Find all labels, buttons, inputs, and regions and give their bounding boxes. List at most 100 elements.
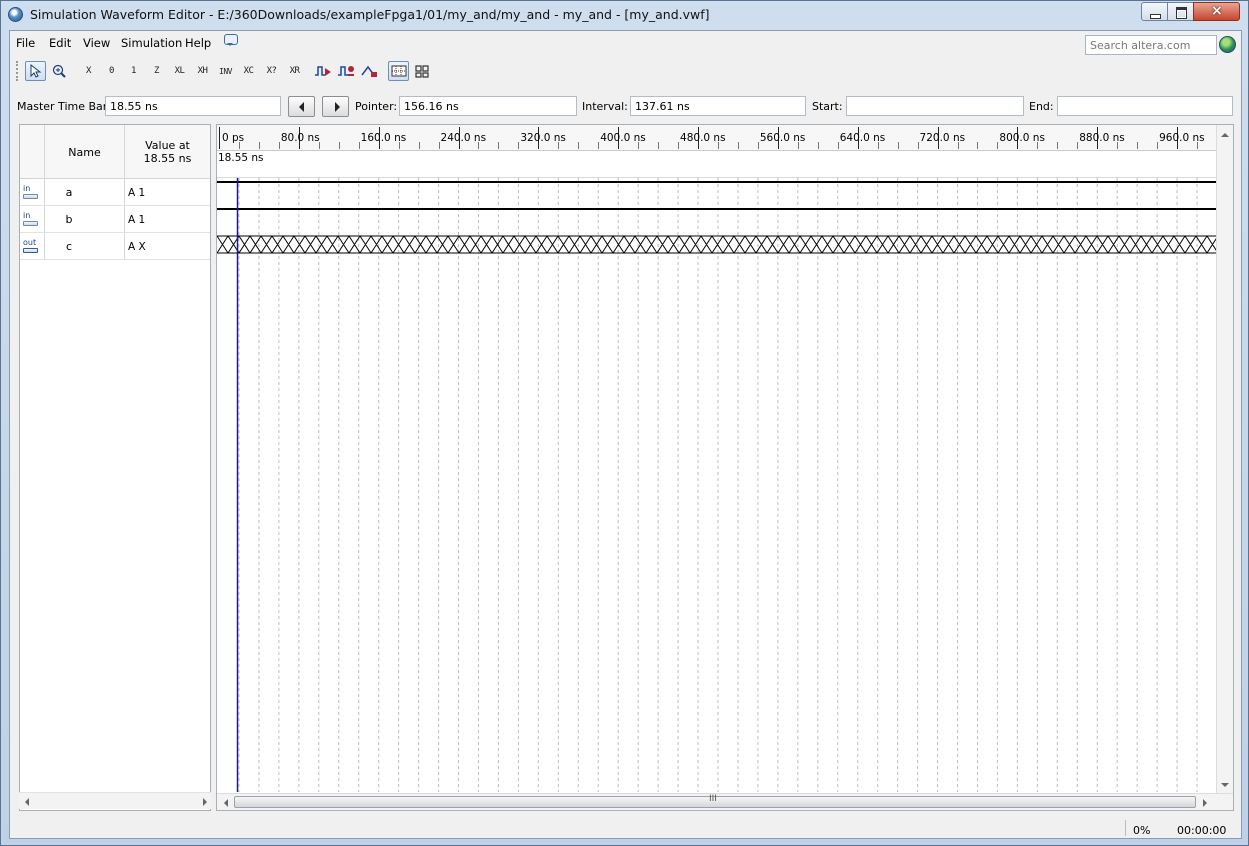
run-functional-simulation-icon[interactable]	[312, 61, 333, 81]
ruler-minor-tick	[977, 142, 979, 149]
pointer-field: 156.16 ns	[399, 96, 577, 116]
random-values-icon[interactable]: XR	[284, 61, 305, 81]
ruler-minor-tick	[658, 142, 660, 149]
end-field[interactable]	[1057, 96, 1233, 116]
master-time-bar-cursor-label: 18.55 ns	[218, 152, 264, 164]
value-column-header[interactable]: Value at 18.55 ns	[125, 139, 210, 165]
ruler-major-tick	[219, 127, 220, 149]
signal-name: b	[65, 213, 73, 226]
minimize-button[interactable]	[1141, 2, 1168, 21]
interval-field: 137.61 ns	[630, 96, 806, 116]
simulation-progress: 0%	[1133, 824, 1151, 837]
waveform-area[interactable]	[217, 177, 1216, 792]
start-field[interactable]	[846, 96, 1024, 116]
selection-tool-icon[interactable]	[25, 61, 46, 81]
input-pin-icon: in	[23, 212, 41, 227]
signal-name: a	[65, 186, 73, 199]
signal-row-c[interactable]: out c A X	[20, 233, 210, 260]
value-header-line2: 18.55 ns	[143, 152, 192, 165]
left-arrow-icon	[294, 102, 304, 112]
ruler-minor-tick	[997, 142, 999, 149]
waveform-panel[interactable]: 0 ps 80.0 ns 160.0 ns 240.0 ns 320.0 ns 400.0…	[216, 124, 1234, 811]
signal-value: A 1	[128, 187, 146, 199]
ruler-minor-tick	[897, 142, 899, 149]
ruler-minor-tick	[238, 142, 240, 149]
pointer-label: Pointer:	[355, 100, 398, 113]
dont-care-icon[interactable]: X?	[261, 61, 282, 81]
ruler-minor-tick	[718, 142, 719, 149]
waveform-vscrollbar[interactable]	[1216, 125, 1233, 793]
feedback-icon[interactable]	[224, 34, 238, 46]
toolbar-grip[interactable]	[16, 61, 19, 81]
master-time-bar-label: Master Time Bar:	[17, 100, 111, 113]
previous-transition-button[interactable]	[288, 96, 315, 117]
ruler-minor-tick	[338, 142, 340, 149]
menu-view[interactable]: View	[83, 36, 110, 50]
zoom-tool-icon[interactable]	[48, 61, 69, 81]
scroll-down-icon[interactable]	[1221, 783, 1229, 791]
ruler-minor-tick	[1197, 142, 1199, 149]
signal-row-a[interactable]: in a A 1	[20, 179, 210, 206]
run-timing-simulation-icon[interactable]	[335, 61, 356, 81]
grid-icon[interactable]	[411, 61, 432, 81]
ruler-minor-tick	[358, 142, 360, 149]
maximize-button[interactable]	[1167, 2, 1194, 21]
ruler-tick-label: 80.0 ns	[280, 132, 320, 144]
count-value-icon[interactable]: XC	[238, 61, 259, 81]
time-bar-row: Master Time Bar: 18.55 ns Pointer: 156.1…	[10, 93, 1241, 117]
forcing-unknown-icon[interactable]: X	[78, 61, 99, 81]
ruler-minor-tick	[258, 142, 260, 149]
waveform-chart[interactable]	[217, 178, 1216, 792]
signal-list-hscrollbar[interactable]	[19, 792, 211, 809]
menu-simulation[interactable]: Simulation	[121, 36, 182, 50]
search-input[interactable]	[1086, 36, 1216, 54]
name-column-header[interactable]: Name	[44, 146, 125, 159]
menu-edit[interactable]: Edit	[49, 36, 71, 50]
master-time-bar-field[interactable]: 18.55 ns	[105, 96, 281, 116]
ruler-minor-tick	[1057, 142, 1059, 149]
signal-row-b[interactable]: in b A 1	[20, 206, 210, 233]
generate-netlist-icon[interactable]	[358, 61, 379, 81]
menu-help[interactable]: Help	[185, 36, 211, 50]
value-header-line1: Value at	[145, 139, 190, 152]
search-box	[1085, 35, 1217, 55]
weak-high-icon[interactable]: XH	[192, 61, 213, 81]
ruler-minor-tick	[877, 142, 879, 149]
output-pin-icon: out	[23, 239, 41, 254]
next-transition-button[interactable]	[322, 96, 349, 117]
ruler-minor-tick	[797, 142, 799, 149]
scroll-right-icon[interactable]	[203, 798, 211, 806]
application-window: Simulation Waveform Editor - E:/360Downl…	[0, 0, 1249, 846]
ruler-minor-tick	[678, 142, 680, 149]
forcing-low-icon[interactable]: 0	[101, 61, 122, 81]
weak-low-icon[interactable]: XL	[169, 61, 190, 81]
waveform-hscrollbar[interactable]: III	[217, 793, 1233, 810]
hscroll-thumb[interactable]: III	[234, 794, 1196, 808]
ruler-minor-tick	[638, 142, 640, 149]
app-icon	[8, 7, 23, 22]
high-impedance-icon[interactable]: Z	[146, 61, 167, 81]
ruler-minor-tick	[1117, 142, 1119, 149]
scroll-up-icon[interactable]	[1221, 129, 1229, 137]
globe-icon[interactable]	[1219, 36, 1236, 53]
ruler-minor-tick	[837, 142, 839, 149]
ruler-minor-tick	[578, 142, 580, 149]
ruler-minor-tick	[398, 142, 400, 149]
invert-icon[interactable]: INV	[215, 61, 236, 81]
close-button[interactable]: ×	[1193, 2, 1240, 21]
forcing-high-icon[interactable]: 1	[123, 61, 144, 81]
status-bar: 0% 00:00:00	[10, 818, 1241, 838]
end-label: End:	[1029, 100, 1054, 113]
ruler-minor-tick	[1157, 142, 1159, 149]
close-icon: ×	[1211, 3, 1223, 19]
scroll-left-icon[interactable]	[21, 798, 29, 806]
scroll-left-icon[interactable]	[220, 799, 228, 807]
ruler-minor-tick	[817, 142, 819, 149]
scroll-right-icon[interactable]	[1203, 799, 1211, 807]
signal-value: A X	[128, 241, 146, 253]
ruler-minor-tick	[518, 142, 520, 149]
time-ruler[interactable]: 0 ps 80.0 ns 160.0 ns 240.0 ns 320.0 ns 400.0…	[217, 125, 1216, 151]
snap-to-grid-icon[interactable]	[388, 61, 409, 81]
title-bar: Simulation Waveform Editor - E:/360Downl…	[1, 1, 1248, 30]
menu-file[interactable]: File	[16, 36, 35, 50]
